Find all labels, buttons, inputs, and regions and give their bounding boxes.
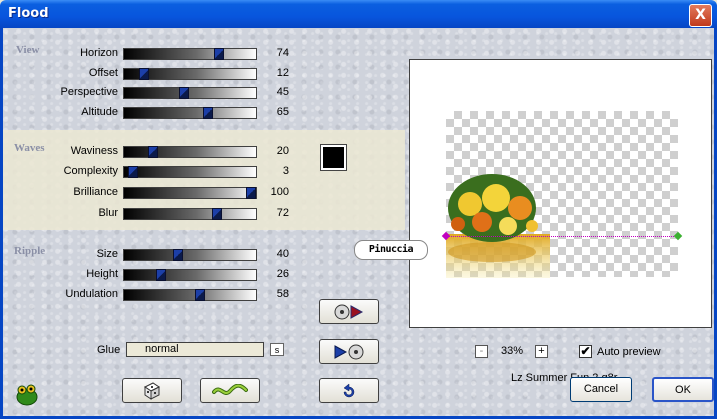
param-slider-thumb-3[interactable] — [203, 107, 213, 119]
frog-icon — [16, 384, 38, 406]
param-value-6: 100 — [270, 186, 289, 198]
param-value-7: 72 — [276, 207, 289, 219]
save-preset-icon — [334, 344, 364, 359]
param-value-2: 45 — [276, 86, 289, 98]
title-bar[interactable]: Flood X — [0, 0, 717, 28]
param-value-3: 65 — [276, 106, 289, 118]
param-value-4: 20 — [276, 145, 289, 157]
param-slider-thumb-1[interactable] — [139, 68, 149, 80]
param-slider-thumb-5[interactable] — [128, 166, 138, 178]
param-slider-thumb-4[interactable] — [148, 146, 158, 158]
param-slider-3[interactable] — [123, 107, 257, 119]
zoom-out-button[interactable]: - — [475, 345, 488, 358]
param-label-3: Altitude — [81, 106, 118, 118]
param-value-8: 40 — [276, 248, 289, 260]
param-slider-0[interactable] — [123, 48, 257, 60]
param-slider-thumb-7[interactable] — [212, 208, 222, 220]
zoom-level: 33% — [501, 345, 524, 357]
glue-select[interactable]: normal — [126, 342, 264, 357]
glue-s-button[interactable]: s — [270, 343, 284, 356]
param-value-1: 12 — [276, 67, 289, 79]
param-slider-4[interactable] — [123, 146, 257, 158]
close-button[interactable]: X — [689, 4, 712, 27]
param-label-2: Perspective — [60, 86, 118, 98]
wave-button[interactable] — [200, 378, 260, 403]
param-slider-8[interactable] — [123, 249, 257, 261]
flower-bouquet-image — [446, 174, 550, 278]
undo-icon — [343, 382, 355, 397]
param-slider-2[interactable] — [123, 87, 257, 99]
param-value-5: 3 — [282, 165, 289, 177]
client-area: View Waves Ripple Horizon 74 Offset 12 Persp… — [3, 28, 714, 416]
param-label-9: Height — [86, 268, 118, 280]
param-slider-5[interactable] — [123, 166, 257, 178]
color-swatch[interactable] — [320, 144, 347, 171]
param-slider-6[interactable] — [123, 187, 257, 199]
auto-preview-checkbox[interactable]: ✔ — [579, 345, 592, 358]
param-label-7: Blur — [98, 207, 118, 219]
param-label-10: Undulation — [65, 288, 118, 300]
param-label-8: Size — [96, 248, 118, 260]
param-slider-thumb-10[interactable] — [195, 289, 205, 301]
random-button[interactable] — [122, 378, 182, 403]
param-value-10: 58 — [276, 288, 289, 300]
param-slider-1[interactable] — [123, 68, 257, 80]
ok-button[interactable]: OK — [652, 377, 714, 402]
param-slider-9[interactable] — [123, 269, 257, 281]
load-preset-icon — [334, 304, 364, 319]
param-slider-thumb-6[interactable] — [246, 187, 256, 199]
flood-dialog: Flood X View Waves Ripple Horizon 74 Offse… — [0, 0, 717, 419]
param-label-1: Offset — [88, 67, 118, 79]
preview-pane[interactable] — [409, 59, 712, 328]
zoom-in-button[interactable]: + — [535, 345, 548, 358]
param-label-4: Waviness — [70, 145, 118, 157]
param-slider-10[interactable] — [123, 289, 257, 301]
horizon-line[interactable] — [446, 236, 678, 237]
window-title: Flood — [8, 6, 49, 21]
watermark: Pinuccia — [354, 240, 428, 260]
param-value-9: 26 — [276, 268, 289, 280]
glue-label: Glue — [97, 344, 121, 356]
param-slider-thumb-8[interactable] — [173, 249, 183, 261]
param-slider-thumb-9[interactable] — [156, 269, 166, 281]
param-value-0: 74 — [276, 47, 289, 59]
param-slider-thumb-0[interactable] — [214, 48, 224, 60]
param-label-5: Complexity — [63, 165, 118, 177]
load-preset-button[interactable] — [319, 299, 379, 324]
param-label-0: Horizon — [80, 47, 118, 59]
frog-logo[interactable] — [14, 381, 40, 407]
param-slider-7[interactable] — [123, 208, 257, 220]
wave-icon — [212, 383, 248, 395]
param-label-6: Brilliance — [73, 186, 118, 198]
dice-icon — [144, 381, 160, 400]
param-slider-thumb-2[interactable] — [179, 87, 189, 99]
cancel-button[interactable]: Cancel — [570, 377, 632, 402]
auto-preview-label: Auto preview — [597, 346, 661, 358]
reset-button[interactable] — [319, 378, 379, 403]
save-preset-button[interactable] — [319, 339, 379, 364]
